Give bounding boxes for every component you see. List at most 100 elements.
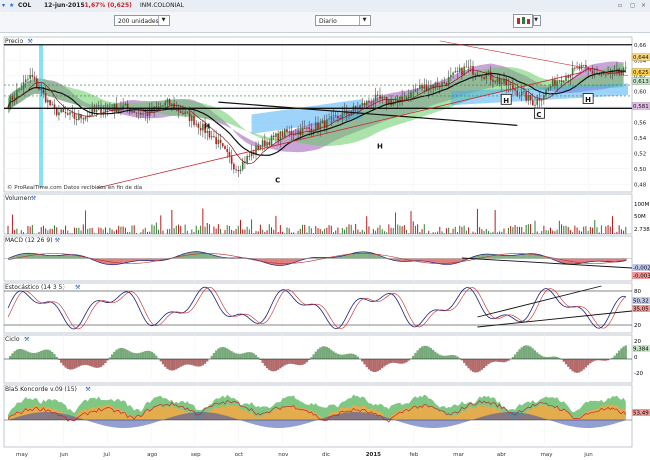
volume-bar <box>341 228 343 234</box>
candle-body <box>576 67 578 69</box>
candle-body <box>365 100 368 106</box>
volume-bar <box>439 226 441 234</box>
candle-body <box>589 69 592 71</box>
volume-bar <box>603 233 605 234</box>
candle-body <box>421 84 423 89</box>
volume-bar <box>313 233 315 234</box>
volume-bar <box>31 224 33 234</box>
candle-body <box>332 115 335 117</box>
volume-bar <box>20 230 22 234</box>
candle-body <box>399 96 401 100</box>
candle-body <box>328 118 330 120</box>
candle-body <box>531 100 534 106</box>
star-icon[interactable]: ★ <box>9 2 14 9</box>
collapse-icon[interactable]: ▾ <box>2 2 5 9</box>
candle-body <box>605 73 607 75</box>
panel-vol-frame <box>3 193 633 235</box>
volume-bar <box>297 230 299 234</box>
candle-body <box>164 102 167 106</box>
volume-bar <box>171 209 173 234</box>
volume-bar <box>337 227 339 234</box>
candle-body <box>241 161 244 170</box>
candle-body <box>372 101 375 104</box>
volume-bar <box>135 233 137 234</box>
volume-bar <box>534 220 536 234</box>
units-select[interactable]: 200 unidades ▼ <box>114 15 170 26</box>
macd-badge-label: -0,002 <box>633 266 650 272</box>
candle-body <box>461 67 463 75</box>
candle-body <box>509 84 512 86</box>
volume-bar <box>80 230 82 234</box>
volume-bar <box>122 226 124 234</box>
candle-body <box>69 112 71 115</box>
volume-bar <box>443 233 445 234</box>
candle-body <box>379 95 381 99</box>
volume-bar <box>107 232 109 234</box>
candle-body <box>562 80 565 82</box>
volume-bar <box>98 227 100 234</box>
candle-body <box>246 156 248 163</box>
maximize-icon[interactable]: ◻ <box>630 2 635 9</box>
chart-type-button[interactable] <box>513 14 533 28</box>
candle-body <box>217 139 220 145</box>
wrench-icon: ⚒ <box>27 38 33 45</box>
volume-bar <box>519 226 520 234</box>
candle-body <box>11 96 14 100</box>
volume-bar <box>612 216 613 234</box>
candle-body <box>558 80 561 82</box>
candle-body <box>95 109 98 112</box>
volume-bar <box>40 227 42 234</box>
pattern-label: C <box>275 177 280 185</box>
minimize-icon[interactable]: ▫ <box>618 2 622 9</box>
candle-body <box>117 108 120 112</box>
close-icon[interactable]: × <box>641 2 646 9</box>
volume-bar <box>284 233 286 234</box>
candle-body <box>456 71 459 72</box>
volume-bar <box>576 227 578 234</box>
volume-bar <box>290 232 292 234</box>
candle-body <box>31 74 34 77</box>
candle-body <box>162 105 164 107</box>
volume-bar <box>304 224 306 234</box>
candle-body <box>574 67 576 69</box>
wrench-icon: ⚒ <box>75 284 81 291</box>
volume-bar <box>124 227 126 234</box>
candle-body <box>354 105 357 108</box>
candle-body <box>208 130 211 138</box>
chart-application: ▾ ★ COL 12-jun-2015 -1,67% (0,625) INM.C… <box>0 0 650 460</box>
volume-bar <box>510 225 512 234</box>
volume-bar <box>277 232 279 234</box>
volume-bar <box>310 228 312 234</box>
volume-bar <box>386 232 388 234</box>
candle-body <box>210 136 213 138</box>
volume-bar <box>514 225 516 234</box>
period-select[interactable]: Diario ▼ <box>315 15 371 26</box>
volume-bar <box>434 232 436 234</box>
volume-bar <box>609 226 611 234</box>
volume-bar <box>479 227 481 234</box>
candle-body <box>109 109 111 110</box>
candle-body <box>137 112 140 114</box>
volume-bar <box>592 227 594 234</box>
volume-bar <box>209 224 210 234</box>
cycle-tick-label: -20 <box>634 371 643 377</box>
volume-bar <box>266 230 268 234</box>
candle-body <box>317 122 319 130</box>
candle-body <box>430 85 432 88</box>
volume-bar <box>523 232 525 234</box>
candle-body <box>496 78 499 82</box>
volume-bar <box>93 232 95 234</box>
chart-type-dropdown[interactable]: ▼ <box>533 15 541 26</box>
volume-bar <box>563 225 565 234</box>
volume-bar <box>268 224 270 234</box>
month-label: jul <box>102 452 110 458</box>
volume-bar <box>516 226 518 234</box>
volume-bar <box>299 228 301 234</box>
volume-bar <box>623 230 625 234</box>
candle-body <box>93 109 96 112</box>
candle-body <box>443 82 446 84</box>
volume-bar <box>596 227 598 234</box>
candle-body <box>142 113 144 115</box>
candle-body <box>523 91 525 93</box>
volume-bar <box>496 232 498 234</box>
